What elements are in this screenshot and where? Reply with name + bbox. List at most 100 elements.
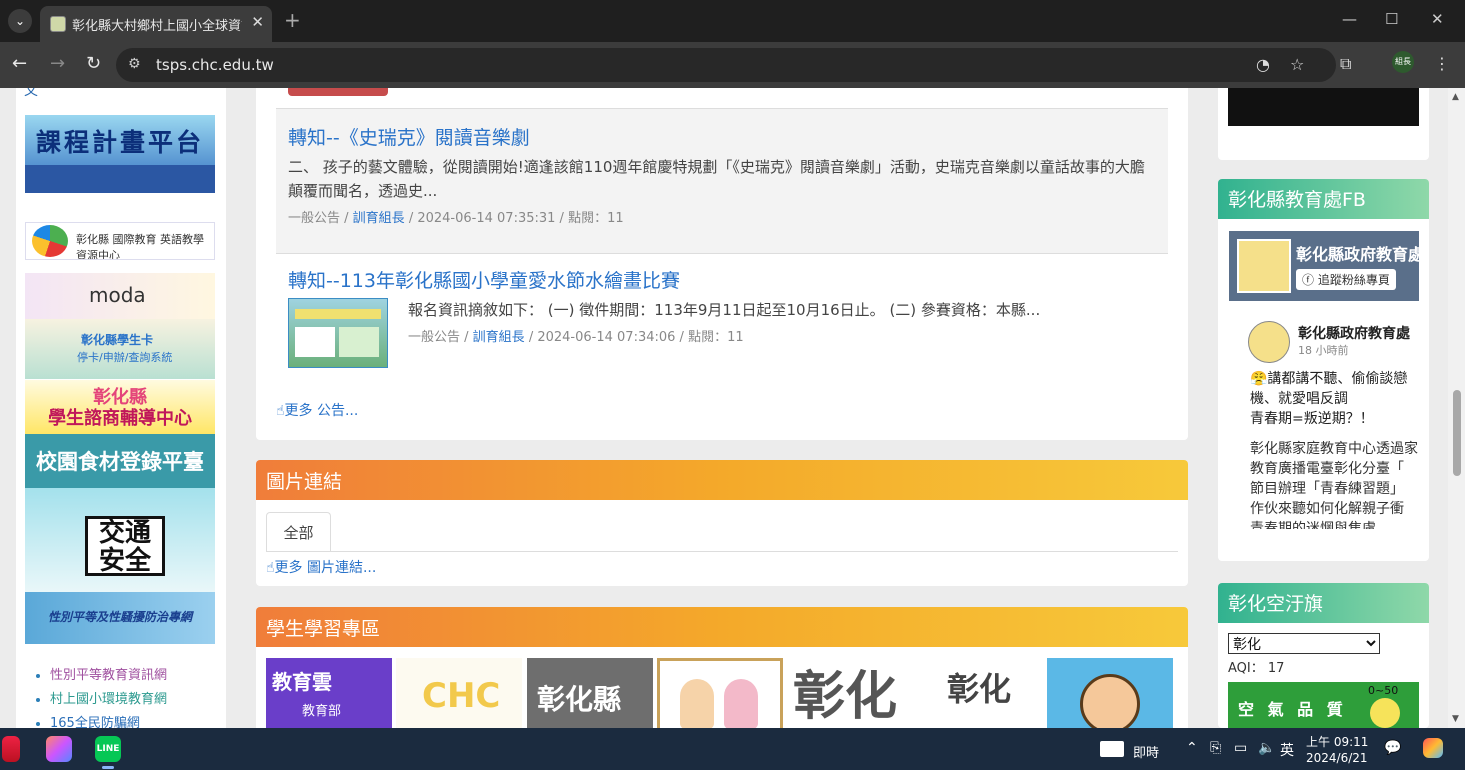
ime-indicator[interactable]: 英 xyxy=(1280,740,1294,760)
new-tab-button[interactable]: + xyxy=(284,8,301,32)
announcement-thumbnail[interactable] xyxy=(288,298,388,368)
chc-tile[interactable]: CHC xyxy=(396,658,522,728)
banner-text: 彰化縣 國際教育 英語教學資源中心 xyxy=(76,233,204,260)
browser-toolbar: ← → ↻ ⚙ tsps.chc.edu.tw ◔ ☆ ⧉ 組長 ⋮ xyxy=(0,42,1465,88)
copilot-icon[interactable] xyxy=(1423,738,1443,758)
city-select[interactable]: 彰化 xyxy=(1228,633,1380,654)
character-face xyxy=(1080,674,1140,728)
announcement-title[interactable]: 轉知--113年彰化縣國小學童愛水節水繪畫比賽 xyxy=(288,266,680,293)
announcement-item: 轉知--《史瑞克》閱讀音樂劇 二、 孩子的藝文體驗，從閱讀開始!適逢該館110週… xyxy=(276,108,1168,254)
realtime-label[interactable]: 即時 xyxy=(1133,742,1159,761)
ceetrc-banner[interactable]: 彰化縣 國際教育 英語教學資源中心 xyxy=(25,222,215,260)
edu-cloud-tile[interactable]: 教育雲 教育部 xyxy=(266,658,392,728)
line-app-icon[interactable]: LINE xyxy=(95,736,121,762)
fb-text-line: 教育廣播電臺彰化分臺「 xyxy=(1250,461,1404,477)
announcement-meta: 一般公告 / 訓育組長 / 2024-06-14 07:35:31 / 點閱：1… xyxy=(288,211,624,226)
env-edu-link[interactable]: 村上國小環境教育網 xyxy=(50,692,167,707)
app-icon[interactable] xyxy=(2,736,20,762)
fb-text-line: 😤講都講不聽、偷偷談戀 xyxy=(1250,371,1408,387)
volume-icon[interactable]: 🔈 xyxy=(1258,740,1275,756)
url-text[interactable]: tsps.chc.edu.tw xyxy=(156,56,274,74)
fb-post-text: 😤講都講不聽、偷偷談戀 機、就愛唱反調 青春期=叛逆期？！ xyxy=(1250,369,1420,429)
banner-text: 校園食材登錄平臺 xyxy=(36,450,204,474)
cut-off-link[interactable]: 文 xyxy=(24,88,38,100)
fb-page-cover[interactable]: 彰化縣政府教育處 ⓕ 追蹤粉絲專頁 xyxy=(1229,231,1424,301)
school-food-banner[interactable]: 校園食材登錄平臺 xyxy=(25,434,215,488)
self-learning-tile[interactable]: 彰化縣 xyxy=(527,658,653,728)
gender-equality-banner[interactable]: 性別平等及性騷擾防治專網 xyxy=(25,592,215,644)
fb-page-name[interactable]: 彰化縣政府教育處 xyxy=(1296,241,1424,265)
tab-all[interactable]: 全部 xyxy=(266,512,331,552)
ceetrc-logo-icon xyxy=(32,225,68,257)
notification-icon[interactable]: 💬 xyxy=(1384,740,1401,756)
chevron-up-icon[interactable]: ⌃ xyxy=(1186,740,1198,756)
star-icon[interactable]: ☆ xyxy=(1290,55,1304,74)
cut-off-thumbnail[interactable] xyxy=(288,88,388,96)
site-settings-icon[interactable]: ⚙ xyxy=(128,56,141,72)
close-tab-icon[interactable]: ✕ xyxy=(251,13,264,31)
kids-reading-tile[interactable] xyxy=(657,658,783,728)
profile-avatar[interactable]: 組長 xyxy=(1392,51,1414,73)
traffic-safety-banner[interactable]: 交通安全 xyxy=(25,488,215,592)
close-window-button[interactable]: ✕ xyxy=(1431,10,1444,28)
news-widget-icon[interactable] xyxy=(1100,741,1124,757)
fb-follow-button[interactable]: ⓕ 追蹤粉絲專頁 xyxy=(1296,269,1396,290)
fb-text-line: 青春期=叛逆期？！ xyxy=(1250,411,1374,427)
tab-search-button[interactable]: ⌄ xyxy=(8,9,32,33)
fb-post-avatar[interactable] xyxy=(1248,321,1290,363)
fb-page-avatar[interactable] xyxy=(1237,239,1291,293)
announcement-author-link[interactable]: 訓育組長 xyxy=(353,211,405,226)
course-plan-banner[interactable]: 課程計畫平台 xyxy=(25,115,215,193)
announcement-title[interactable]: 轉知--《史瑞克》閱讀音樂劇 xyxy=(288,123,530,150)
clock-date[interactable]: 2024/6/21 xyxy=(1306,751,1368,765)
scroll-up-icon[interactable]: ▲ xyxy=(1452,92,1459,102)
more-image-links-link[interactable]: ☝更多 圖片連結... xyxy=(266,557,376,577)
announcement-author-link[interactable]: 訓育組長 xyxy=(473,330,525,345)
extensions-icon[interactable]: ⧉ xyxy=(1340,54,1351,74)
aqi-range: 0~50 xyxy=(1368,684,1399,697)
counseling-center-banner[interactable]: 彰化縣 學生諮商輔導中心 xyxy=(25,380,215,434)
fb-post-author[interactable]: 彰化縣政府教育處 xyxy=(1298,323,1410,343)
learning-zone-card: 學生學習專區 教育雲 教育部 CHC 彰化縣 彰化 彰化 xyxy=(256,607,1188,728)
active-tab[interactable]: 彰化縣大村鄉村上國小全球資訊網 ✕ xyxy=(40,6,272,42)
announcements-card: 轉知--《史瑞克》閱讀音樂劇 二、 孩子的藝文體驗，從閱讀開始!適逢該館110週… xyxy=(256,88,1188,440)
moda-banner[interactable]: moda xyxy=(25,273,215,319)
announcement-meta: 一般公告 / 訓育組長 / 2024-06-14 07:34:06 / 點閱：1… xyxy=(408,330,744,345)
reload-icon[interactable]: ↻ xyxy=(86,53,101,74)
clock-time[interactable]: 上午 09:11 xyxy=(1306,733,1368,750)
menu-icon[interactable]: ⋮ xyxy=(1434,54,1450,73)
display-icon[interactable]: ▭ xyxy=(1234,740,1247,756)
maximize-button[interactable]: ☐ xyxy=(1385,10,1398,28)
student-card-banner[interactable]: 彰化縣學生卡 停卡/申辦/查詢系統 xyxy=(25,319,215,379)
address-bar[interactable]: ⚙ tsps.chc.edu.tw ◔ ☆ xyxy=(116,48,1336,82)
page-scrollbar[interactable]: ▲ ▼ xyxy=(1448,88,1465,728)
announcement-clicks: 點閱：11 xyxy=(568,211,624,226)
scroll-thumb[interactable] xyxy=(1453,390,1461,476)
page-viewport: 文 課程計畫平台 彰化縣 國際教育 英語教學資源中心 moda 彰化縣學生卡 停… xyxy=(0,88,1448,728)
scroll-down-icon[interactable]: ▼ xyxy=(1452,714,1459,724)
forward-icon[interactable]: → xyxy=(50,53,65,74)
announcement-category: 一般公告 xyxy=(288,211,341,226)
video-widget xyxy=(1218,88,1429,160)
minimize-button[interactable]: — xyxy=(1342,10,1357,28)
performance-icon[interactable]: ◔ xyxy=(1256,55,1270,74)
video-thumbnail[interactable] xyxy=(1228,88,1419,126)
changhua-kids-tile[interactable]: 彰化 xyxy=(917,658,1043,728)
gender-edu-link[interactable]: 性別平等教育資訊網 xyxy=(50,668,167,683)
fb-widget-header: 彰化縣教育處FB xyxy=(1218,179,1429,219)
reading-web-tile[interactable] xyxy=(1047,658,1173,728)
creative-cloud-icon[interactable] xyxy=(46,736,72,762)
facebook-widget: 彰化縣教育處FB 彰化縣政府教育處 ⓕ 追蹤粉絲專頁 彰化縣政府教育處 18 小… xyxy=(1218,179,1429,561)
anti-fraud-link[interactable]: 165全民防騙網 xyxy=(50,716,140,728)
more-announcements-link[interactable]: ☝更多 公告... xyxy=(276,400,358,420)
fb-post-time[interactable]: 18 小時前 xyxy=(1298,342,1349,358)
network-icon[interactable]: ⎘ xyxy=(1210,740,1221,756)
tile-title: 教育雲 xyxy=(272,670,332,694)
tab-title: 彰化縣大村鄉村上國小全球資訊網 xyxy=(72,19,242,34)
back-icon[interactable]: ← xyxy=(12,53,27,74)
hand-pointer-icon: ☝ xyxy=(266,560,275,576)
changhua-tile[interactable]: 彰化 xyxy=(787,658,913,728)
link-list: 性別平等教育資訊網 村上國小環境教育網 165全民防騙網 xyxy=(50,664,167,728)
banner-subtitle: 學生諮商輔導中心 xyxy=(48,408,192,429)
list-item: 165全民防騙網 xyxy=(50,712,167,728)
